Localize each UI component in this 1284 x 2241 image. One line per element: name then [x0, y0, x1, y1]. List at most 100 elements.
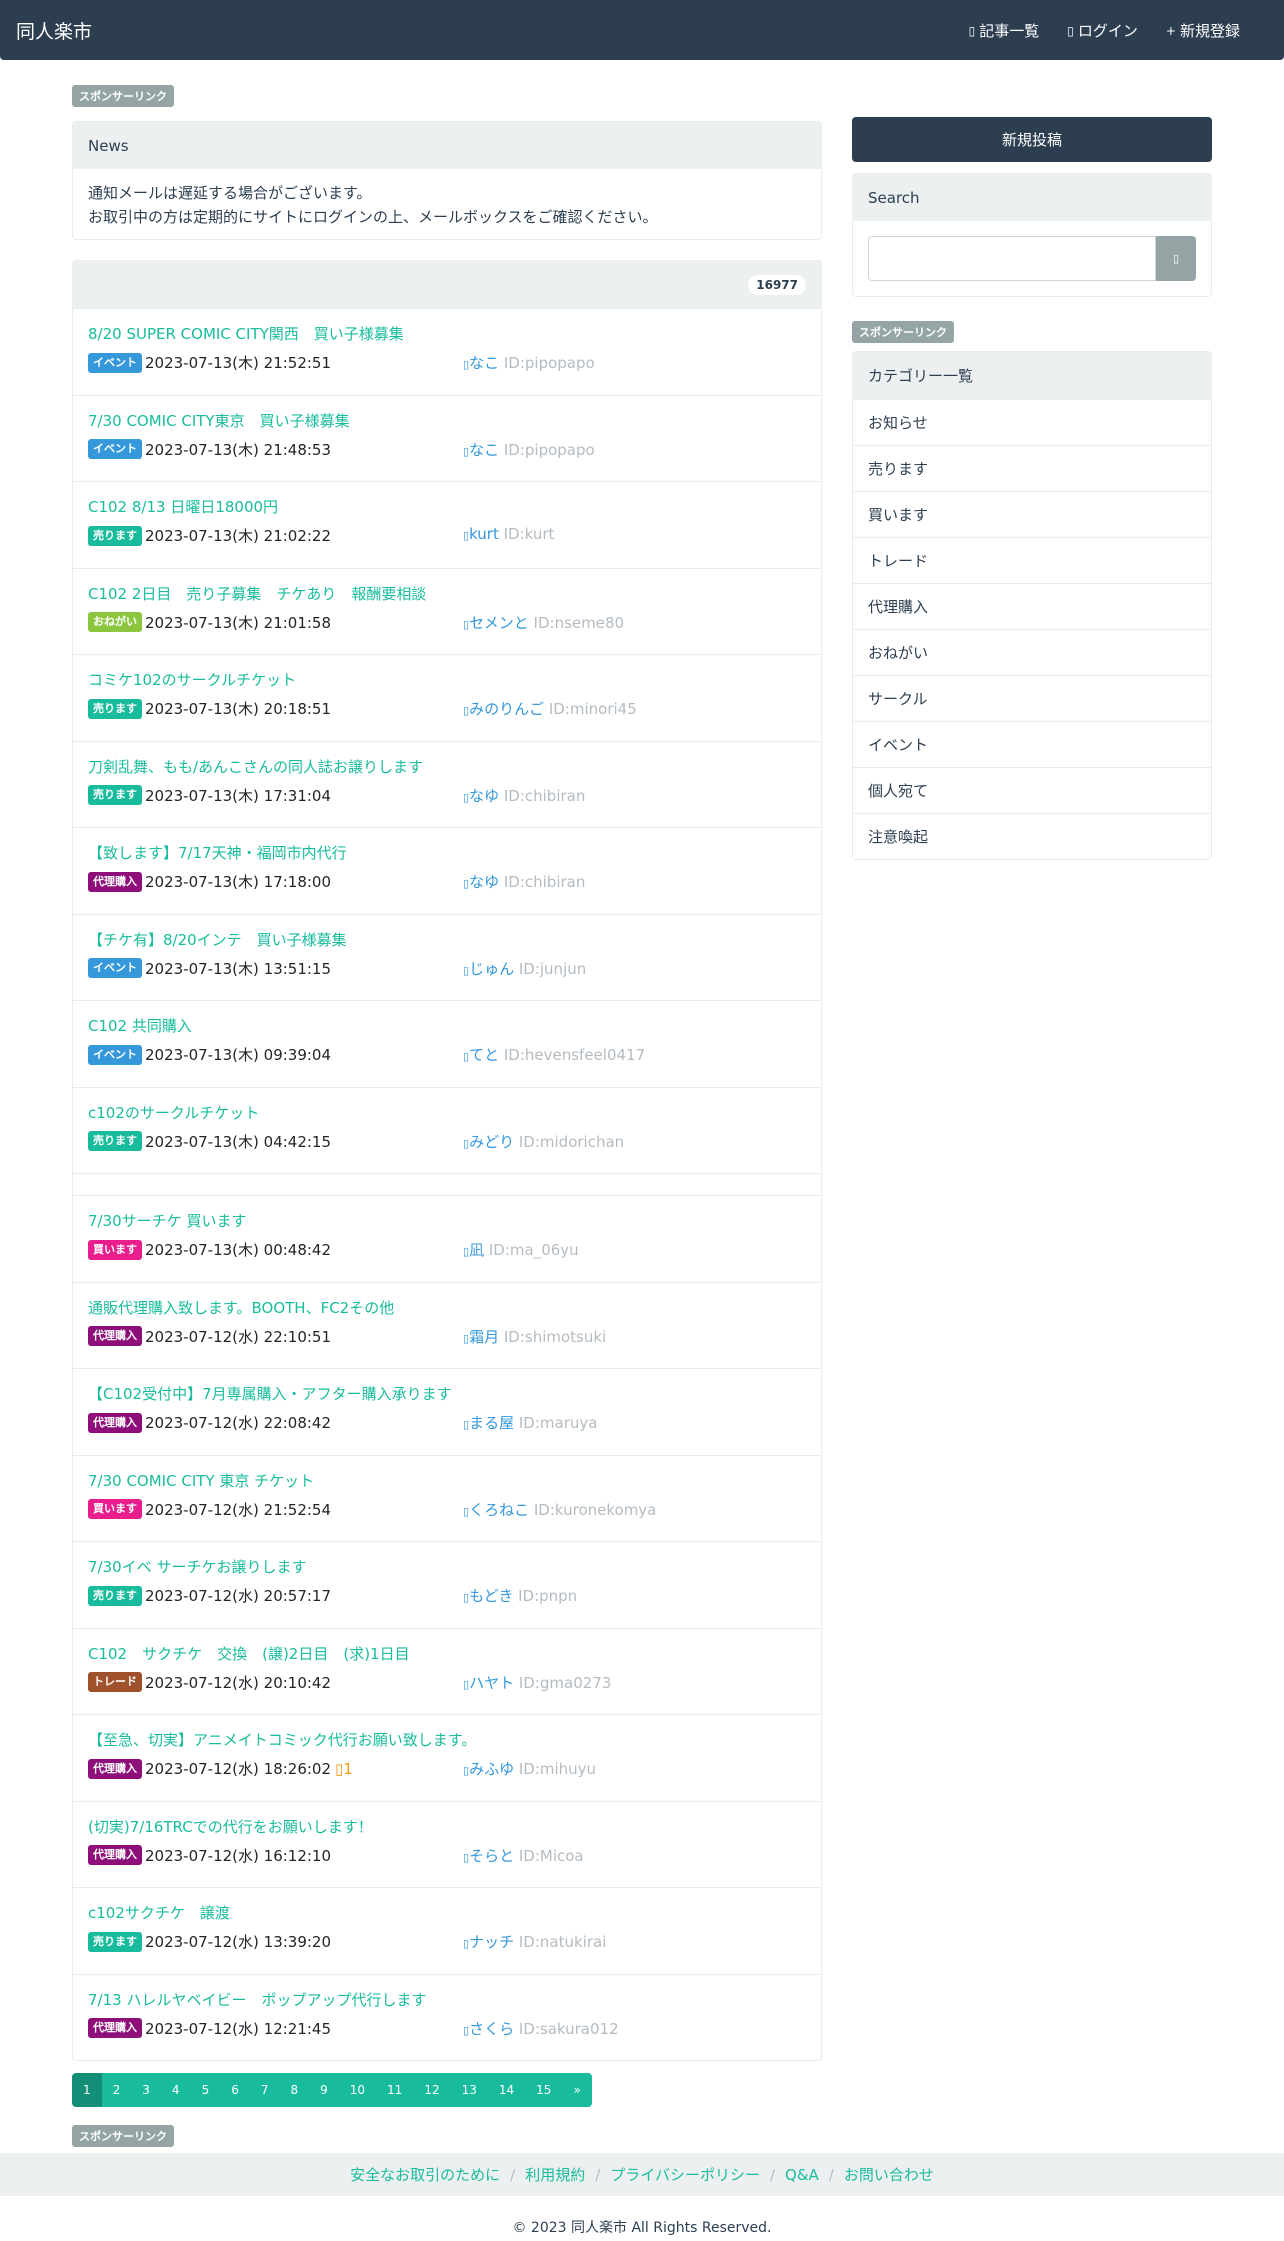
category-badge[interactable]: 代理購入	[88, 2018, 142, 2038]
category-item[interactable]: おねがい	[853, 629, 1211, 675]
user-name-link[interactable]: じゅん	[469, 960, 514, 978]
user-name-link[interactable]: もどき	[469, 1587, 513, 1605]
category-badge[interactable]: イベント	[88, 1044, 142, 1065]
search-button[interactable]: ▯	[1156, 236, 1196, 281]
user-name-link[interactable]: 霜月	[469, 1328, 499, 1346]
user-name-link[interactable]: そらと	[469, 1847, 514, 1865]
post-title-link[interactable]: C102 8/13 日曜日18000円	[88, 496, 278, 517]
user-name-link[interactable]: なゆ	[469, 873, 499, 891]
page-link[interactable]: 7	[249, 2073, 280, 2107]
post-title-link[interactable]: コミケ102のサークルチケット	[88, 669, 296, 690]
category-badge[interactable]: イベント	[88, 958, 142, 978]
category-item[interactable]: 買います	[853, 491, 1211, 537]
post-title-link[interactable]: 7/30 COMIC CITY東京 買い子様募集	[88, 410, 350, 431]
category-badge[interactable]: 売ります	[88, 785, 142, 805]
category-item[interactable]: 売ります	[853, 445, 1211, 491]
post-title-link[interactable]: 【致します】7/17天神・福岡市内代行	[88, 842, 347, 863]
category-badge[interactable]: 代理購入	[88, 1758, 142, 1779]
user-name-link[interactable]: ナッチ	[469, 1933, 514, 1951]
user-name-link[interactable]: なこ	[469, 441, 499, 459]
post-title-link[interactable]: 7/30 COMIC CITY 東京 チケット	[88, 1470, 314, 1491]
page-link[interactable]: 9	[309, 2073, 339, 2107]
page-next[interactable]: »	[562, 2073, 592, 2107]
category-badge[interactable]: おねがい	[88, 612, 142, 632]
page-link[interactable]: 13	[450, 2073, 488, 2107]
post-title-link[interactable]: 8/20 SUPER COMIC CITY関西 買い子様募集	[88, 323, 404, 344]
page-link[interactable]: 2	[101, 2073, 132, 2107]
post-title-link[interactable]: (切実)7/16TRCでの代行をお願いします！	[88, 1816, 373, 1837]
user-name-link[interactable]: 凪	[469, 1241, 484, 1259]
page-link[interactable]: 10	[338, 2073, 377, 2107]
post-title-link[interactable]: c102のサークルチケット	[88, 1102, 259, 1123]
user-name-link[interactable]: kurt	[469, 525, 499, 543]
user-name-link[interactable]: ハヤト	[469, 1674, 514, 1692]
footer-link[interactable]: Q&A	[785, 2166, 819, 2184]
category-badge[interactable]: 売ります	[88, 525, 142, 546]
post-title-link[interactable]: 7/30イベ サーチケお譲りします	[88, 1556, 306, 1577]
page-link[interactable]: 11	[376, 2073, 414, 2107]
category-badge[interactable]: 買います	[88, 1499, 142, 1519]
category-item[interactable]: お知らせ	[853, 399, 1211, 445]
user-name-link[interactable]: みどり	[469, 1133, 514, 1151]
footer-link[interactable]: 安全なお取引のために	[350, 2164, 500, 2185]
user-name-link[interactable]: てと	[469, 1046, 499, 1064]
post-title-link[interactable]: C102 サクチケ 交換 (譲)2日目 (求)1日目	[88, 1643, 410, 1664]
user-name-link[interactable]: さくら	[469, 2020, 514, 2038]
footer-link[interactable]: プライバシーポリシー	[610, 2164, 760, 2185]
category-badge[interactable]: 売ります	[88, 1131, 142, 1151]
new-post-button[interactable]: 新規投稿	[852, 117, 1212, 162]
footer-link[interactable]: 利用規約	[525, 2164, 585, 2185]
brand-link[interactable]: 同人楽市	[16, 17, 92, 44]
user-name-link[interactable]: なゆ	[469, 787, 499, 805]
post-title-link[interactable]: 【至急、切実】アニメイトコミック代行お願い致します。	[88, 1729, 476, 1750]
page-link[interactable]: 3	[131, 2073, 161, 2107]
post-title-link[interactable]: 通販代理購入致します。BOOTH、FC2その他	[88, 1297, 394, 1318]
post-title-link[interactable]: 刀剣乱舞、もも/あんこさんの同人誌お譲りします	[88, 756, 423, 777]
search-input[interactable]	[868, 236, 1157, 281]
category-badge[interactable]: 代理購入	[88, 871, 142, 892]
nav-posts-link[interactable]: ▯ 記事一覧	[969, 20, 1040, 41]
category-item[interactable]: 注意喚起	[853, 813, 1211, 859]
post-title-link[interactable]: c102サクチケ 譲渡	[88, 1902, 230, 1923]
category-badge[interactable]: イベント	[88, 439, 142, 459]
nav-login-link[interactable]: ▯ ログイン	[1067, 20, 1138, 41]
category-badge[interactable]: 代理購入	[88, 1845, 142, 1865]
user-name-link[interactable]: まる屋	[469, 1414, 514, 1432]
page-link[interactable]: 4	[160, 2073, 191, 2107]
page-link[interactable]: 8	[279, 2073, 310, 2107]
post-date: 2023-07-12(水) 20:10:42	[145, 1673, 332, 1692]
footer-link[interactable]: お問い合わせ	[844, 2164, 934, 2185]
user-name-link[interactable]: みふゆ	[469, 1760, 514, 1778]
post-title-link[interactable]: C102 共同購入	[88, 1015, 192, 1036]
post-title-link[interactable]: 7/13 ハレルヤベイビー ポップアップ代行します	[88, 1989, 426, 2010]
category-item[interactable]: イベント	[853, 721, 1211, 767]
post-title-link[interactable]: 【チケ有】8/20インテ 買い子様募集	[88, 929, 347, 950]
page-link[interactable]: 5	[190, 2073, 221, 2107]
user-name-link[interactable]: くろねこ	[469, 1501, 529, 1519]
category-badge[interactable]: 売ります	[88, 1931, 142, 1952]
page-link[interactable]: 12	[413, 2073, 451, 2107]
category-item[interactable]: サークル	[853, 675, 1211, 721]
user-name-link[interactable]: みのりんご	[469, 700, 544, 718]
post-title-link[interactable]: C102 2日目 売り子募集 チケあり 報酬要相談	[88, 583, 426, 604]
category-item[interactable]: 個人宛て	[853, 767, 1211, 813]
nav-register-link[interactable]: + 新規登録	[1166, 20, 1240, 41]
category-badge[interactable]: 代理購入	[88, 1412, 142, 1433]
category-badge[interactable]: イベント	[88, 352, 142, 373]
post-title-link[interactable]: 7/30サーチケ 買います	[88, 1210, 246, 1231]
category-item[interactable]: トレード	[853, 537, 1211, 583]
page-link[interactable]: 1	[72, 2073, 102, 2107]
category-badge[interactable]: トレード	[88, 1672, 142, 1692]
page-link[interactable]: 14	[487, 2073, 526, 2107]
category-badge[interactable]: 買います	[88, 1239, 142, 1260]
category-badge[interactable]: 売ります	[88, 1585, 142, 1606]
page-link[interactable]: 15	[525, 2073, 563, 2107]
category-badge[interactable]: 売ります	[88, 698, 142, 719]
post-date: 2023-07-12(水) 12:21:45	[145, 2019, 332, 2038]
user-name-link[interactable]: なこ	[469, 354, 499, 372]
post-title-link[interactable]: 【C102受付中】7月専属購入・アフター購入承ります	[88, 1383, 452, 1404]
page-link[interactable]: 6	[220, 2073, 250, 2107]
category-badge[interactable]: 代理購入	[88, 1326, 142, 1346]
user-name-link[interactable]: セメンと	[469, 614, 529, 632]
category-item[interactable]: 代理購入	[853, 583, 1211, 629]
